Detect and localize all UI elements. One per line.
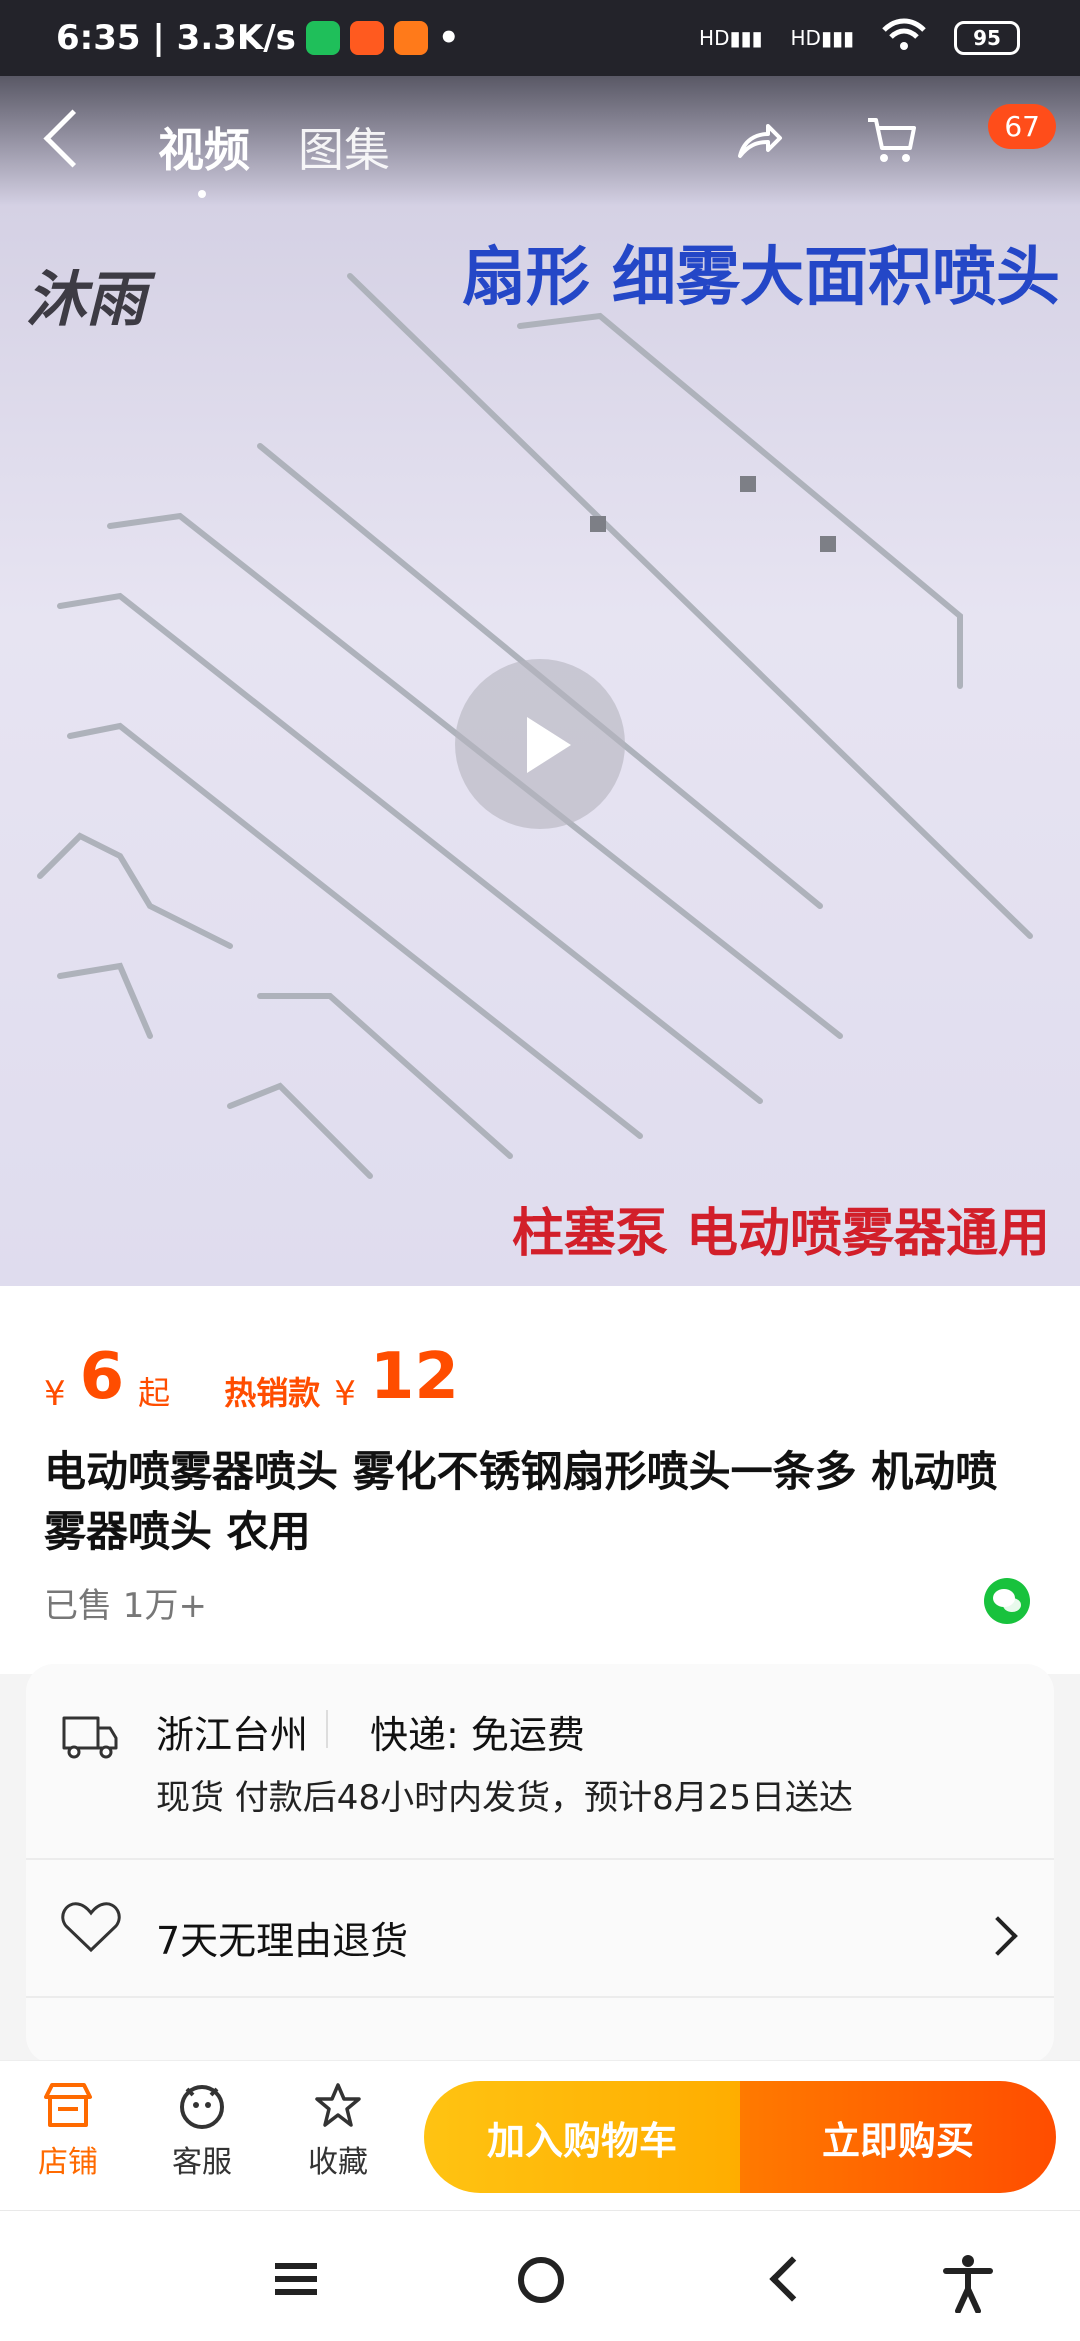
bottom-action-bar: 店铺 客服 收藏 加入购物车 立即购买 — [0, 2060, 1080, 2211]
service-card: 浙江台州 快递: 免运费 现货 付款后48小时内发货，预计8月25日送达 7天无… — [26, 1664, 1054, 2064]
status-right: HD▮▮▮ HD▮▮▮ 95 — [699, 18, 1020, 57]
play-video-button[interactable] — [455, 659, 625, 829]
price-suffix: 起 — [138, 1374, 171, 1412]
share-icon[interactable] — [734, 116, 784, 166]
favorite-button[interactable]: 收藏 — [278, 2081, 398, 2181]
brand-logo: 沐雨 — [26, 265, 146, 335]
wifi-icon — [882, 18, 926, 57]
cart-count-badge: 67 — [988, 104, 1056, 149]
cart-icon[interactable] — [864, 112, 920, 168]
status-time-speed: 6:35 | 3.3K/s — [56, 18, 296, 58]
product-title: 电动喷雾器喷头 雾化不锈钢扇形喷头一条多 机动喷雾器喷头 农用 — [44, 1447, 998, 1556]
shop-label: 店铺 — [38, 2145, 98, 2180]
currency-symbol: ¥ — [44, 1374, 66, 1414]
sold-count: 已售 1万+ — [44, 1586, 207, 1626]
hot-sale-price: 12 — [369, 1340, 459, 1414]
separator — [26, 1858, 1054, 1860]
return-policy[interactable]: 7天无理由退货 — [156, 1910, 408, 1965]
currency-symbol: ¥ — [334, 1374, 356, 1414]
shipping-fee: 快递: 免运费 — [370, 1713, 585, 1757]
buy-now-button[interactable]: 立即购买 — [740, 2081, 1056, 2193]
tab-video[interactable]: 视频 — [158, 114, 250, 198]
system-navigation-bar — [0, 2210, 1080, 2341]
ship-from-location: 浙江台州 — [156, 1713, 309, 1757]
price-row: ¥ 6 起 热销款 ¥ 12 — [44, 1340, 459, 1414]
nav-back-icon[interactable] — [769, 2256, 815, 2302]
accessibility-icon[interactable] — [942, 2253, 994, 2313]
signal-icon: HD▮▮▮ — [790, 25, 854, 50]
menu-icon[interactable] — [275, 2263, 317, 2269]
separator — [26, 1996, 1054, 1998]
back-icon[interactable] — [43, 109, 102, 168]
product-media[interactable]: 沐雨 扇形 细雾大面积喷头 柱塞泵 电动喷雾器通用 — [0, 76, 1080, 1286]
top-navigation-bar: 视频 图集 67 — [0, 76, 1080, 206]
chevron-right-icon[interactable] — [978, 1916, 1018, 1956]
app-notification-icon — [349, 21, 384, 55]
status-left: 6:35 | 3.3K/s • — [56, 18, 460, 58]
image-caption: 柱塞泵 电动喷雾器通用 — [511, 1204, 1050, 1264]
shop-button[interactable]: 店铺 — [8, 2081, 128, 2181]
purchase-buttons: 加入购物车 立即购买 — [424, 2081, 1056, 2193]
product-info: ¥ 6 起 热销款 ¥ 12 电动喷雾器喷头 雾化不锈钢扇形喷头一条多 机动喷雾… — [0, 1286, 1080, 1674]
home-icon[interactable] — [518, 2257, 564, 2303]
hot-sale-label: 热销款 — [224, 1374, 321, 1412]
app-notification-icon — [393, 21, 428, 55]
battery-indicator: 95 — [954, 20, 1020, 55]
divider — [326, 1710, 328, 1748]
signal-icon: HD▮▮▮ — [699, 25, 763, 50]
delivery-estimate: 现货 付款后48小时内发货，预计8月25日送达 — [156, 1778, 853, 1818]
return-policy-icon — [61, 1902, 121, 1953]
favorite-label: 收藏 — [308, 2145, 368, 2180]
tab-gallery[interactable]: 图集 — [298, 114, 390, 180]
wechat-share-icon[interactable] — [984, 1578, 1030, 1624]
star-icon — [315, 2083, 361, 2127]
shop-icon — [44, 2083, 92, 2127]
status-bar: 6:35 | 3.3K/s • HD▮▮▮ HD▮▮▮ 95 — [0, 0, 1080, 76]
customer-service-icon — [180, 2085, 224, 2129]
add-to-cart-button[interactable]: 加入购物车 — [424, 2081, 740, 2193]
more-notifications-dot: • — [437, 18, 460, 58]
customer-service-button[interactable]: 客服 — [142, 2081, 262, 2181]
app-notification-icon — [305, 21, 340, 55]
customer-service-label: 客服 — [172, 2145, 232, 2180]
price-from: 6 — [79, 1340, 125, 1414]
delivery-truck-icon — [62, 1716, 118, 1759]
image-headline: 扇形 细雾大面积喷头 — [461, 241, 1060, 315]
